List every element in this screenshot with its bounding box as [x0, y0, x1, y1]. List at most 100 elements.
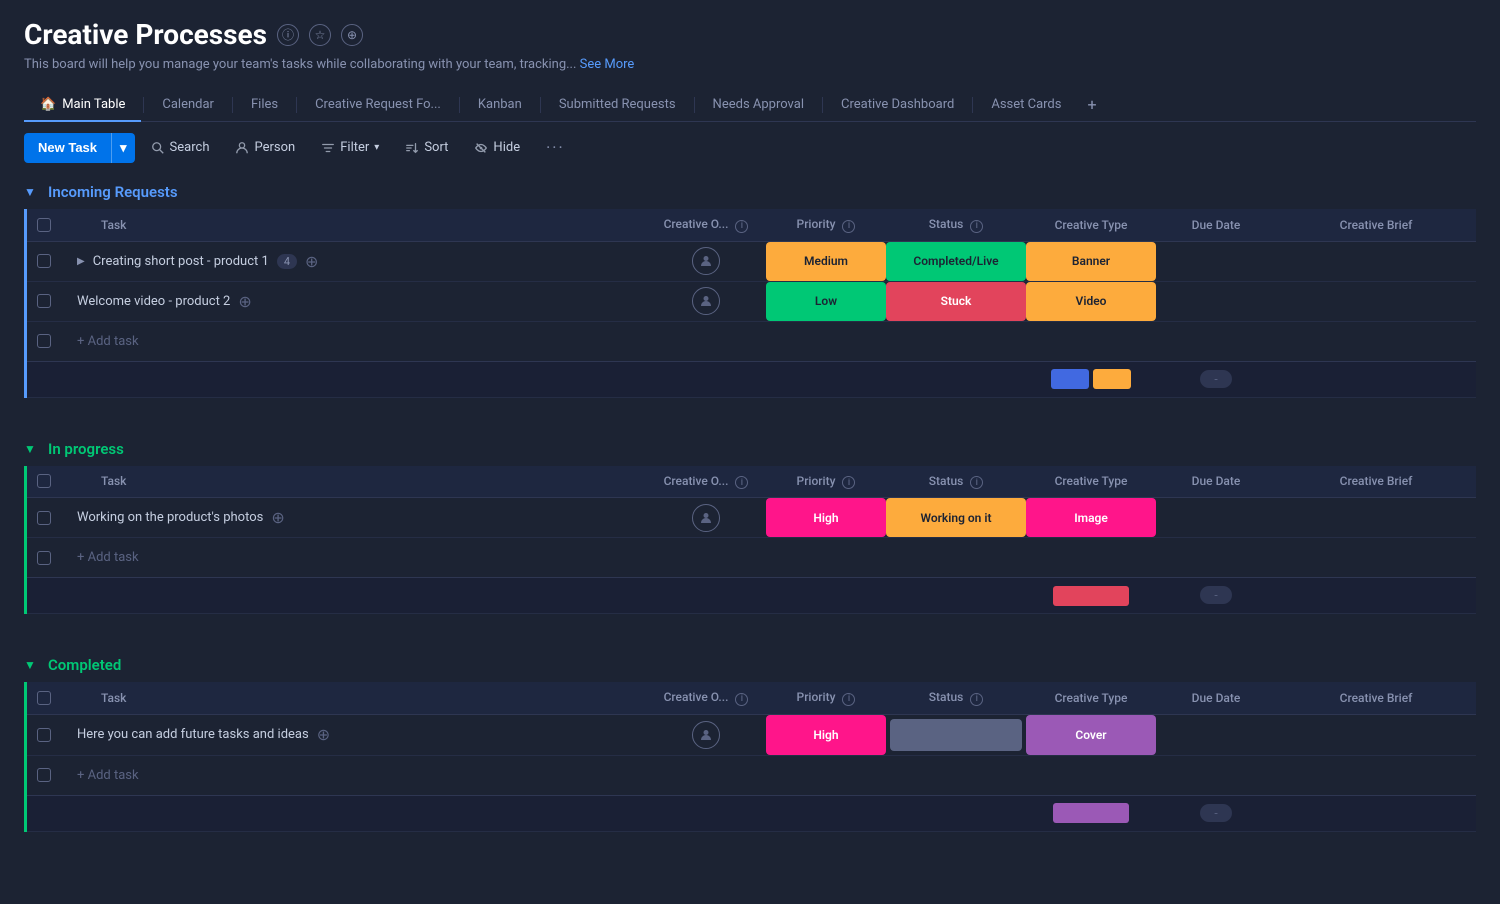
in-progress-header[interactable]: ▼ In progress	[24, 430, 1476, 466]
completed-task-header: Task	[61, 682, 646, 714]
row1-count-badge: 4	[277, 254, 297, 269]
info-icon[interactable]: ⓘ	[277, 24, 299, 46]
incoming-requests-header[interactable]: ▼ Incoming Requests	[24, 173, 1476, 209]
nav-divider-6	[694, 97, 695, 113]
row2-checkbox[interactable]	[37, 294, 51, 308]
tab-calendar[interactable]: Calendar	[146, 89, 230, 122]
toolbar: New Task ▾ Search Person Filter ▾ Sort	[0, 122, 1500, 173]
row2-add-icon[interactable]: ⊕	[238, 292, 251, 311]
comp-summary-brief	[1276, 795, 1476, 831]
inprogress-priority-info[interactable]: i	[842, 476, 855, 489]
comp-row1-checkbox[interactable]	[37, 728, 51, 742]
more-options-button[interactable]: ···	[536, 132, 575, 163]
row1-status-pill[interactable]: Completed/Live	[886, 242, 1026, 281]
comp-row1-status-cell	[886, 714, 1026, 755]
row2-status-pill[interactable]: Stuck	[886, 282, 1026, 321]
completed-creative-brief-header: Creative Brief	[1276, 682, 1476, 714]
incoming-select-all[interactable]	[26, 209, 62, 241]
board-content: ▼ Incoming Requests Task Creative O... i	[0, 173, 1500, 888]
incoming-creative-type-header: Creative Type	[1026, 209, 1156, 241]
incoming-summary-row: -	[26, 361, 1477, 397]
ip-row1-status-cell: Working on it	[886, 498, 1026, 538]
see-more-link[interactable]: See More	[580, 57, 635, 72]
incoming-add-task-button[interactable]: + Add task	[69, 330, 1468, 353]
tab-creative-request[interactable]: Creative Request Fo...	[299, 89, 457, 122]
table-row: ▶ Creating short post - product 1 4 ⊕	[26, 241, 1477, 281]
owner-info-icon[interactable]: i	[735, 220, 748, 233]
incoming-header-row: Task Creative O... i Priority i Status i	[26, 209, 1477, 241]
ip-row1-status-pill[interactable]: Working on it	[886, 498, 1026, 537]
hide-label: Hide	[493, 140, 520, 155]
inprogress-add-task-button[interactable]: + Add task	[69, 546, 1468, 569]
ip-row1-priority-pill[interactable]: High	[766, 498, 886, 537]
row1-checkbox[interactable]	[37, 254, 51, 268]
row1-add-icon[interactable]: ⊕	[305, 252, 318, 271]
inprogress-select-all-checkbox[interactable]	[37, 474, 51, 488]
inprogress-owner-info[interactable]: i	[735, 476, 748, 489]
incoming-chevron-icon: ▼	[24, 185, 40, 199]
nav-tabs: 🏠 Main Table Calendar Files Creative Req…	[24, 88, 1476, 122]
completed-status-info[interactable]: i	[970, 693, 983, 706]
row2-creative-type-pill[interactable]: Video	[1026, 282, 1156, 321]
completed-header[interactable]: ▼ Completed	[24, 646, 1476, 682]
inprogress-summary-row: -	[26, 578, 1477, 614]
priority-info-icon[interactable]: i	[842, 220, 855, 233]
comp-add-checkbox[interactable]	[37, 768, 51, 782]
inprogress-creative-type-header: Creative Type	[1026, 466, 1156, 498]
nav-divider-8	[972, 97, 973, 113]
in-progress-section: ▼ In progress Task Creative O... i	[24, 430, 1476, 615]
add-tab-button[interactable]: +	[1077, 89, 1106, 120]
comp-summary-priority	[766, 795, 886, 831]
ip-row1-creative-type-pill[interactable]: Image	[1026, 498, 1156, 537]
row1-priority-pill[interactable]: Medium	[766, 242, 886, 281]
row2-priority-pill[interactable]: Low	[766, 282, 886, 321]
ip-add-checkbox[interactable]	[37, 551, 51, 565]
completed-select-all-checkbox[interactable]	[37, 691, 51, 705]
ip-row1-checkbox[interactable]	[37, 511, 51, 525]
tab-files[interactable]: Files	[235, 89, 294, 122]
completed-priority-info[interactable]: i	[842, 693, 855, 706]
completed-owner-info[interactable]: i	[735, 693, 748, 706]
comp-pill-1	[1053, 803, 1129, 823]
inprogress-status-info[interactable]: i	[970, 476, 983, 489]
incoming-summary-pills	[1026, 362, 1156, 397]
inprogress-chevron-icon: ▼	[24, 442, 40, 456]
new-task-caret[interactable]: ▾	[111, 133, 135, 163]
tab-asset-cards[interactable]: Asset Cards	[975, 89, 1077, 122]
completed-add-task-button[interactable]: + Add task	[69, 764, 1468, 787]
new-task-button[interactable]: New Task ▾	[24, 133, 135, 163]
star-icon[interactable]: ☆	[309, 24, 331, 46]
comp-add-checkbox	[26, 755, 62, 795]
add-circle-icon[interactable]: ⊕	[341, 24, 363, 46]
incoming-add-task-row: + Add task	[26, 321, 1477, 361]
filter-button[interactable]: Filter ▾	[311, 134, 389, 161]
comp-summary-status	[886, 795, 1026, 831]
comp-row1-creative-type-pill[interactable]: Cover	[1026, 715, 1156, 755]
sort-button[interactable]: Sort	[395, 134, 458, 161]
ip-row1-add-icon[interactable]: ⊕	[271, 508, 284, 527]
tab-needs-approval[interactable]: Needs Approval	[697, 89, 820, 122]
inprogress-status-header: Status i	[886, 466, 1026, 498]
ip-summary-empty	[26, 578, 647, 614]
search-button[interactable]: Search	[141, 134, 220, 161]
add-row-checkbox[interactable]	[37, 334, 51, 348]
tab-main-table[interactable]: 🏠 Main Table	[24, 89, 141, 122]
person-button[interactable]: Person	[225, 134, 305, 161]
completed-select-all[interactable]	[26, 682, 62, 714]
row1-expand-arrow[interactable]: ▶	[77, 256, 85, 267]
status-info-icon[interactable]: i	[970, 220, 983, 233]
tab-kanban[interactable]: Kanban	[462, 89, 538, 122]
row1-priority-cell: Medium	[766, 241, 886, 281]
comp-row1-priority-pill[interactable]: High	[766, 715, 886, 755]
completed-due-date-header: Due Date	[1156, 682, 1276, 714]
ip-row1-creative-brief-cell	[1276, 498, 1476, 538]
title-row: Creative Processes ⓘ ☆ ⊕	[24, 18, 1476, 51]
comp-row1-add-icon[interactable]: ⊕	[317, 725, 330, 744]
hide-button[interactable]: Hide	[464, 134, 530, 161]
select-all-checkbox[interactable]	[37, 218, 51, 232]
tab-creative-dashboard[interactable]: Creative Dashboard	[825, 89, 970, 122]
ip-summary-priority	[766, 578, 886, 614]
row1-creative-type-pill[interactable]: Banner	[1026, 242, 1156, 281]
inprogress-select-all[interactable]	[26, 466, 62, 498]
tab-submitted[interactable]: Submitted Requests	[543, 89, 692, 122]
